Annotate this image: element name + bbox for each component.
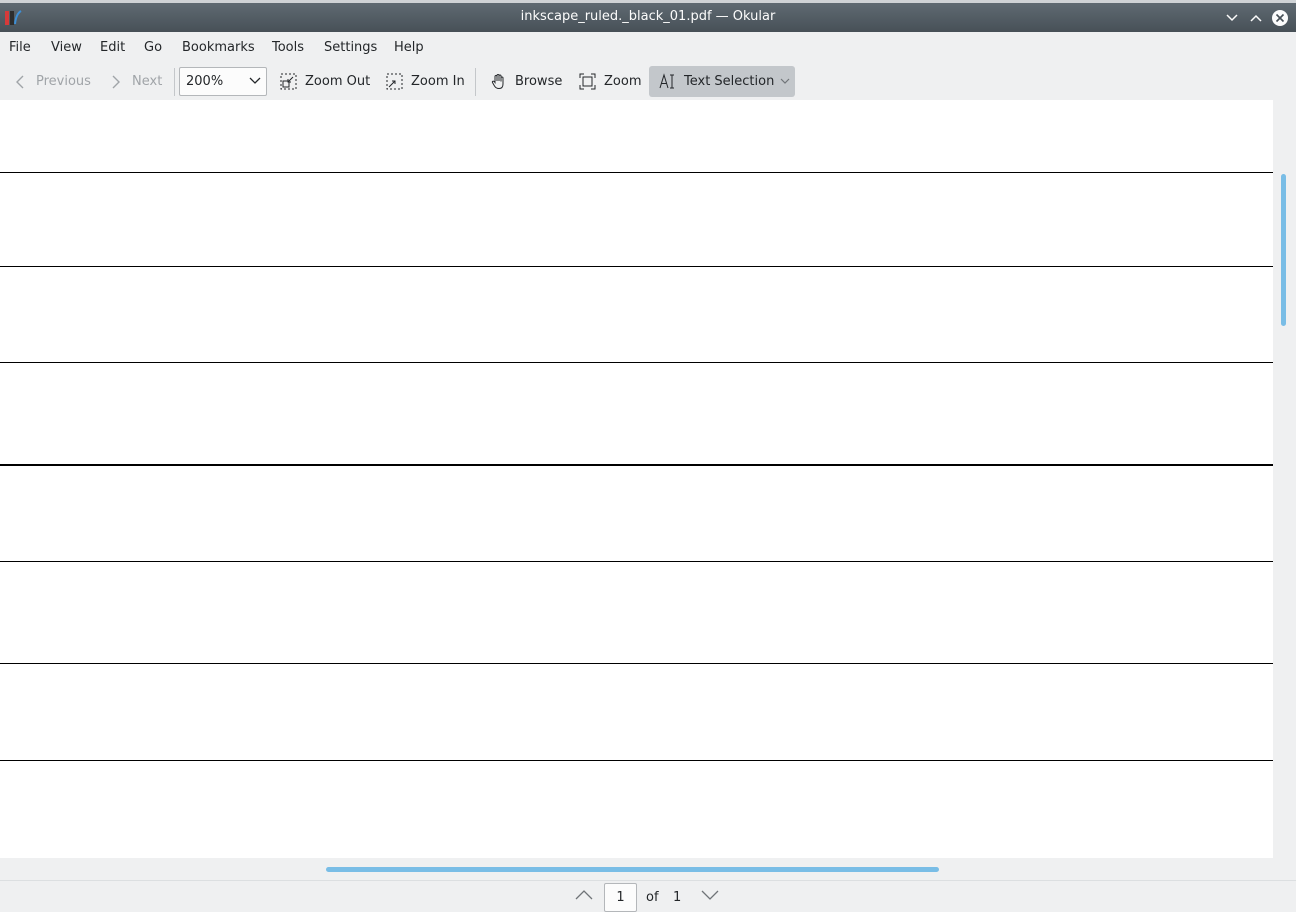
next-button[interactable]: Next bbox=[108, 66, 162, 97]
zoom-in-button[interactable]: Zoom In bbox=[386, 66, 465, 97]
page-of-label: of bbox=[646, 890, 659, 905]
zoom-out-icon bbox=[280, 73, 297, 90]
menu-bar: File View Edit Go Bookmarks Tools Settin… bbox=[0, 32, 1296, 62]
previous-label: Previous bbox=[36, 74, 91, 89]
ruled-line bbox=[0, 663, 1273, 664]
horizontal-scrollbar[interactable] bbox=[0, 858, 1273, 879]
vertical-scrollbar[interactable] bbox=[1273, 100, 1296, 878]
chevron-left-icon bbox=[16, 75, 24, 88]
previous-button[interactable]: Previous bbox=[12, 66, 91, 97]
page-total-count: 1 bbox=[673, 890, 682, 905]
text-select-icon bbox=[659, 73, 674, 89]
zoom-select-icon bbox=[579, 73, 596, 90]
page-navigation-bar: 1 of 1 bbox=[0, 880, 1296, 912]
menu-view[interactable]: View bbox=[51, 40, 82, 55]
next-label: Next bbox=[132, 74, 163, 89]
zoom-in-label: Zoom In bbox=[411, 74, 465, 89]
text-selection-label: Text Selection bbox=[684, 74, 775, 89]
document-page-view[interactable] bbox=[0, 100, 1273, 858]
menu-go[interactable]: Go bbox=[144, 40, 162, 55]
zoom-level-value: 200% bbox=[186, 74, 224, 89]
horizontal-scrollbar-thumb[interactable] bbox=[326, 867, 939, 872]
ruled-line bbox=[0, 561, 1273, 562]
chevron-right-icon bbox=[112, 75, 120, 88]
toolbar-separator bbox=[475, 68, 476, 96]
menu-file[interactable]: File bbox=[9, 40, 31, 55]
ruled-line bbox=[0, 464, 1273, 466]
zoom-level-select[interactable]: 200% bbox=[179, 67, 267, 96]
zoom-tool-label: Zoom bbox=[604, 74, 642, 89]
maximize-button[interactable] bbox=[1246, 8, 1266, 28]
zoom-out-label: Zoom Out bbox=[305, 74, 371, 89]
ruled-line bbox=[0, 172, 1273, 173]
close-icon bbox=[1272, 10, 1288, 26]
zoom-out-button[interactable]: Zoom Out bbox=[280, 66, 370, 97]
browse-tool-button[interactable]: Browse bbox=[490, 66, 562, 97]
ruled-line bbox=[0, 760, 1273, 761]
hand-icon bbox=[491, 73, 504, 90]
ruled-line bbox=[0, 266, 1273, 267]
zoom-tool-button[interactable]: Zoom bbox=[579, 66, 641, 97]
chevron-down-icon bbox=[249, 77, 261, 84]
browse-label: Browse bbox=[515, 74, 563, 89]
next-page-icon[interactable] bbox=[701, 889, 719, 901]
menu-help[interactable]: Help bbox=[394, 40, 424, 55]
minimize-button[interactable] bbox=[1222, 8, 1242, 28]
close-button[interactable] bbox=[1270, 8, 1290, 28]
menu-tools[interactable]: Tools bbox=[272, 40, 304, 55]
chevron-down-icon[interactable] bbox=[780, 78, 790, 85]
toolbar-separator bbox=[174, 68, 175, 96]
menu-settings[interactable]: Settings bbox=[324, 40, 377, 55]
window-title: inkscape_ruled._black_01.pdf — Okular bbox=[520, 9, 776, 24]
zoom-in-icon bbox=[386, 73, 403, 90]
chevron-down-icon bbox=[1226, 14, 1238, 22]
page-number-input[interactable]: 1 bbox=[604, 883, 637, 912]
ruled-line bbox=[0, 362, 1273, 363]
menu-edit[interactable]: Edit bbox=[100, 40, 125, 55]
previous-page-icon[interactable] bbox=[575, 889, 593, 901]
title-bar: inkscape_ruled._black_01.pdf — Okular bbox=[0, 0, 1296, 32]
main-toolbar: Previous Next 200% Zoom Out Zoom In Brow… bbox=[0, 62, 1296, 100]
chevron-up-icon bbox=[1250, 14, 1262, 22]
text-selection-content[interactable]: Text Selection bbox=[659, 66, 774, 97]
menu-bookmarks[interactable]: Bookmarks bbox=[182, 40, 255, 55]
vertical-scrollbar-thumb[interactable] bbox=[1281, 174, 1286, 326]
